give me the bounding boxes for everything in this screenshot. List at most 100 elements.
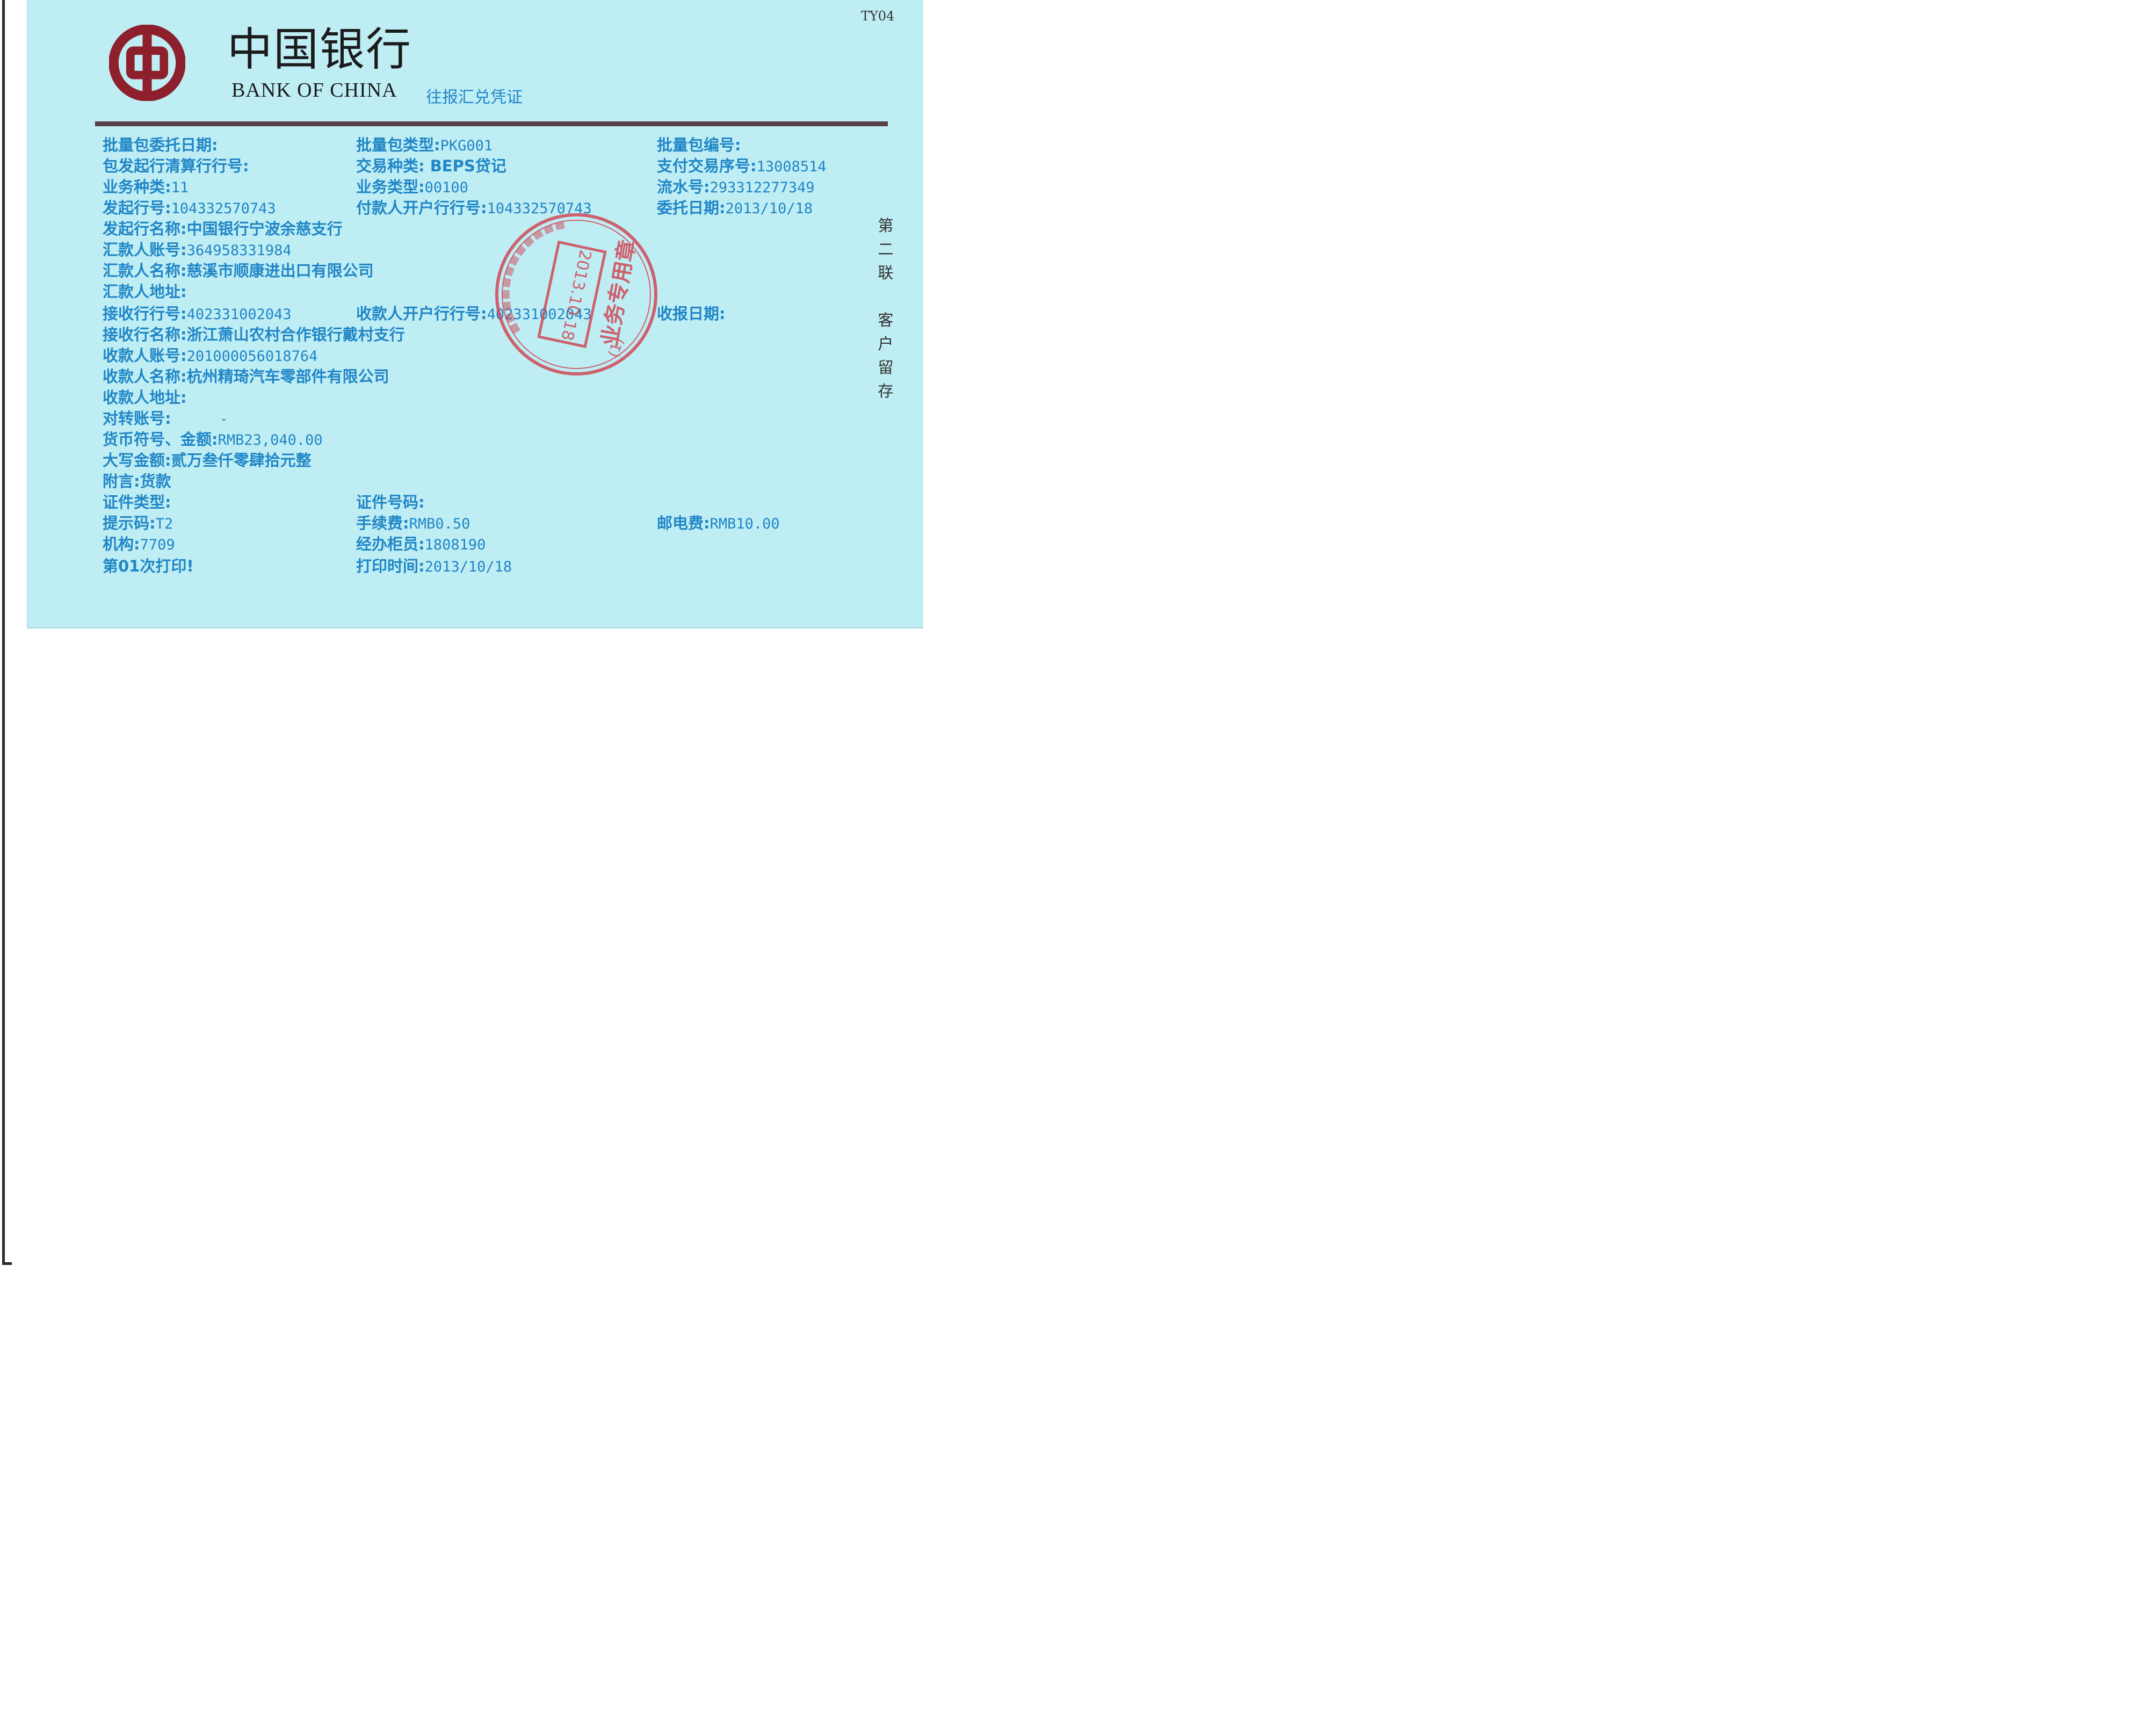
- field-currency-amount: 货币符号、金额:RMB23,040.00: [103, 430, 323, 450]
- field-remitter-acct: 汇款人账号:364958331984: [103, 240, 292, 261]
- header-rule: [95, 121, 888, 126]
- field-pay-seq: 支付交易序号:13008514: [657, 156, 827, 177]
- field-teller: 经办柜员:1808190: [356, 534, 486, 555]
- field-value: 364958331984: [186, 242, 292, 259]
- field-value: 293312277349: [709, 179, 815, 196]
- field-org: 机构:7709: [103, 534, 175, 555]
- field-value: 1808190: [424, 537, 486, 553]
- field-value: RMB23,040.00: [218, 432, 323, 449]
- field-entrust-date: 委托日期:2013/10/18: [657, 198, 813, 219]
- field-label: 交易种类:: [356, 157, 425, 175]
- field-value: 慈溪市顺康进出口有限公司: [186, 262, 374, 280]
- field-label: 接收行行号:: [103, 305, 187, 323]
- field-label: 汇款人地址:: [103, 283, 187, 301]
- field-value: 104332570743: [171, 200, 276, 217]
- field-label: 证件类型:: [103, 493, 171, 511]
- field-transfer-acct: 对转账号: -: [103, 409, 228, 429]
- field-fee: 手续费:RMB0.50: [356, 513, 470, 534]
- scan-edge-foot: [2, 1262, 12, 1265]
- field-amount-words: 大写金额:贰万叁仟零肆拾元整: [103, 451, 312, 470]
- scan-edge: [2, 0, 5, 1265]
- field-value: 11: [171, 179, 189, 196]
- field-label: 汇款人账号:: [103, 241, 187, 259]
- side-note-char: 第: [878, 216, 894, 235]
- bank-of-china-logo-icon: [109, 25, 185, 101]
- field-value: 贰万叁仟零肆拾元整: [171, 451, 312, 469]
- field-label: 对转账号:: [103, 409, 171, 428]
- field-value: 杭州精琦汽车零部件有限公司: [186, 367, 389, 386]
- field-recv-bank-name: 接收行名称:浙江萧山农村合作银行戴村支行: [103, 325, 405, 344]
- field-label: 经办柜员:: [356, 535, 425, 553]
- field-label: 手续费:: [356, 514, 409, 532]
- field-value: 7709: [140, 537, 175, 553]
- field-label: 批量包类型:: [356, 136, 440, 154]
- side-note-char: 联: [878, 264, 894, 282]
- field-label: 附言:: [103, 472, 140, 490]
- bank-name-chinese: 中国银行: [227, 23, 412, 76]
- field-label: 业务种类:: [103, 178, 171, 196]
- field-label: 接收行名称:: [103, 326, 187, 344]
- field-pkg-type: 批量包类型:PKG001: [356, 135, 493, 156]
- field-label: 收款人开户行行号:: [356, 305, 487, 323]
- field-label: 大写金额:: [103, 451, 171, 469]
- field-value: T2: [155, 516, 173, 532]
- field-payee-acct: 收款人账号:201000056018764: [103, 346, 317, 366]
- field-orig-bank-name: 发起行名称:中国银行宁波余慈支行: [103, 219, 343, 238]
- field-value: 402331002043: [186, 306, 292, 323]
- field-value: 浙江萧山农村合作银行戴村支行: [186, 326, 405, 344]
- field-note: 附言:货款: [103, 472, 171, 491]
- field-biz-category: 业务种类:11: [103, 177, 189, 198]
- field-value: RMB0.50: [409, 516, 470, 532]
- field-value: BEPS贷记: [424, 157, 506, 175]
- field-payee-name: 收款人名称:杭州精琦汽车零部件有限公司: [103, 367, 389, 386]
- bank-name-english: BANK OF CHINA: [231, 79, 397, 102]
- field-label: 流水号:: [657, 178, 710, 196]
- field-txn-kind: 交易种类: BEPS贷记: [356, 156, 506, 176]
- form-code: TY04: [861, 9, 895, 24]
- field-clearing-bank: 包发起行清算行行号:: [103, 156, 249, 177]
- field-label: 支付交易序号:: [657, 157, 757, 175]
- field-value: 中国银行宁波余慈支行: [186, 220, 343, 238]
- field-value: PKG001: [440, 138, 493, 154]
- remittance-voucher: TY04 中国银行 BANK OF CHINA 往报汇兑凭证 批量包委托日期: …: [27, 0, 923, 628]
- side-note-char: 留: [878, 358, 894, 377]
- field-value: 2013/10/18: [725, 200, 813, 217]
- field-label: 业务类型:: [356, 178, 425, 196]
- field-label: 批量包编号:: [657, 136, 741, 154]
- field-label: 证件号码:: [356, 493, 425, 511]
- field-label: 打印时间:: [356, 557, 425, 575]
- field-print-count: 第01次打印!: [103, 556, 194, 577]
- field-id-type: 证件类型:: [103, 493, 171, 513]
- field-label: 批量包委托日期:: [103, 136, 218, 154]
- field-orig-bank-no: 发起行号:104332570743: [103, 198, 276, 219]
- document-title: 往报汇兑凭证: [426, 88, 523, 107]
- side-note-char: 二: [878, 240, 894, 258]
- field-serial-no: 流水号:293312277349: [657, 177, 815, 198]
- field-label: 第01次打印!: [103, 557, 194, 575]
- field-label: 包发起行清算行行号:: [103, 157, 249, 175]
- field-value: RMB10.00: [709, 516, 780, 532]
- field-label: 发起行号:: [103, 199, 171, 217]
- field-label: 汇款人名称:: [103, 262, 187, 280]
- field-pkg-no: 批量包编号:: [657, 135, 741, 156]
- field-label: 货币符号、金额:: [103, 430, 218, 449]
- field-recv-bank-no: 接收行行号:402331002043: [103, 304, 292, 324]
- field-print-time: 打印时间:2013/10/18: [356, 556, 512, 577]
- field-value: 13008514: [756, 158, 827, 175]
- side-note-char: 客: [878, 311, 894, 329]
- field-label: 机构:: [103, 535, 140, 553]
- side-note-char: 存: [878, 382, 894, 400]
- field-value: 货款: [140, 472, 171, 490]
- field-label: 发起行名称:: [103, 220, 187, 238]
- field-prompt-code: 提示码:T2: [103, 513, 173, 534]
- field-value: 2013/10/18: [424, 559, 512, 575]
- bank-seal-stamp: 2013.10.18 业务专用章 (1): [495, 213, 657, 375]
- field-label: 付款人开户行行号:: [356, 199, 487, 217]
- side-note-char: 户: [878, 335, 894, 353]
- field-remitter-name: 汇款人名称:慈溪市顺康进出口有限公司: [103, 261, 374, 280]
- field-value: 201000056018764: [186, 348, 318, 365]
- field-value: -: [219, 411, 228, 428]
- field-value: 00100: [424, 179, 468, 196]
- field-label: 收款人地址:: [103, 388, 187, 407]
- field-label: 邮电费:: [657, 514, 710, 532]
